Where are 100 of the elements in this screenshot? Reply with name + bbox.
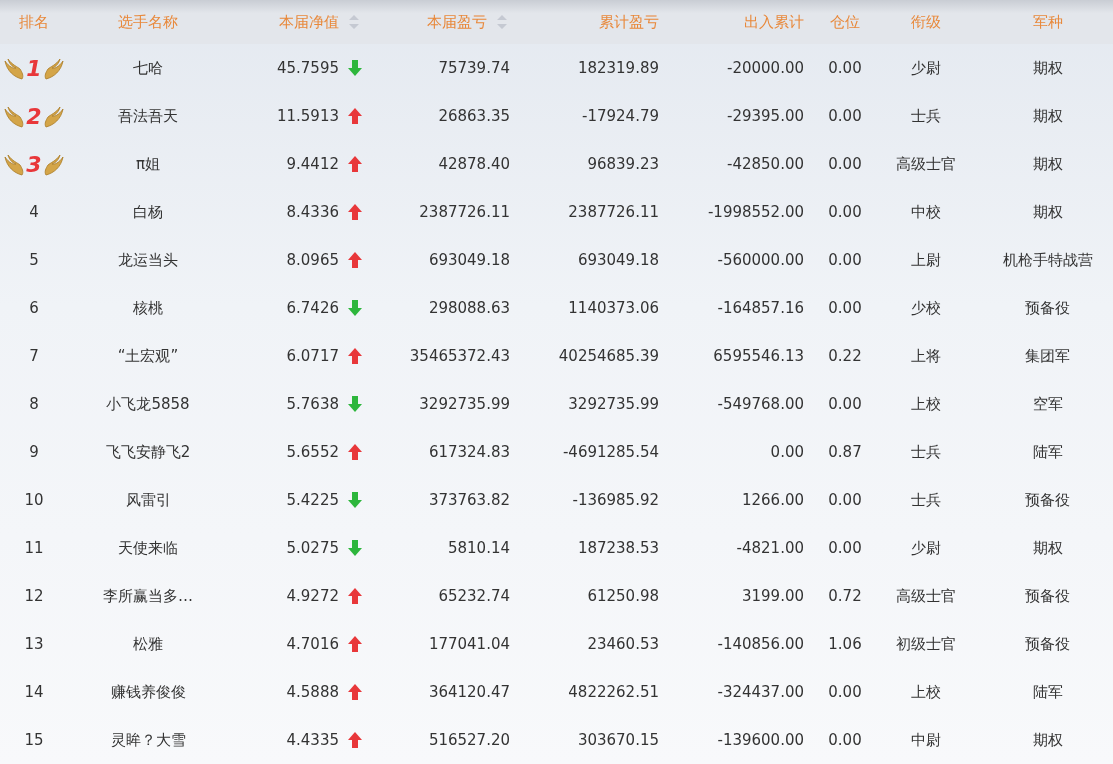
net-value: 8.0965 <box>286 251 339 269</box>
net-value: 45.7595 <box>276 59 339 77</box>
sort-icon[interactable] <box>497 15 507 29</box>
sort-icon[interactable] <box>349 15 359 29</box>
column-header: 选手名称 <box>118 12 178 32</box>
rank-number: 8 <box>29 395 39 413</box>
rank-title: 少校 <box>911 298 941 318</box>
net-value: 11.5913 <box>276 107 339 125</box>
rank-title: 士兵 <box>911 442 941 462</box>
net-value: 4.5888 <box>286 683 339 701</box>
branch-name: 集团军 <box>1025 346 1070 366</box>
player-name[interactable]: 白杨 <box>133 202 163 222</box>
rank-number: 1 <box>26 55 42 81</box>
period-profit: 35465372.43 <box>409 347 510 365</box>
rank-number: 11 <box>24 539 44 557</box>
position-ratio: 0.00 <box>828 203 862 221</box>
player-name[interactable]: 天使来临 <box>118 538 178 558</box>
position-ratio: 0.00 <box>828 299 862 317</box>
position-ratio: 0.00 <box>828 107 862 125</box>
total-profit: 693049.18 <box>577 251 659 269</box>
net-value: 5.4225 <box>286 491 339 509</box>
cash-flow: -549768.00 <box>717 395 804 413</box>
net-value: 6.7426 <box>286 299 339 317</box>
cash-flow: 6595546.13 <box>713 347 804 365</box>
player-name[interactable]: 风雷引 <box>125 490 171 510</box>
player-name[interactable]: 吾法吾天 <box>118 106 178 126</box>
cash-flow: -139600.00 <box>717 731 804 749</box>
position-ratio: 0.00 <box>828 539 862 557</box>
period-profit: 5810.14 <box>447 539 510 557</box>
rank-number: 3 <box>26 151 42 177</box>
branch-name: 期权 <box>1032 730 1063 750</box>
period-profit: 373763.82 <box>428 491 510 509</box>
cash-flow: -560000.00 <box>717 251 804 269</box>
total-profit: 96839.23 <box>587 155 659 173</box>
position-ratio: 0.00 <box>828 491 862 509</box>
net-value: 5.0275 <box>286 539 339 557</box>
total-profit: -17924.79 <box>582 107 659 125</box>
rank-number: 9 <box>29 443 39 461</box>
rank-number: 13 <box>24 635 44 653</box>
branch-name: 期权 <box>1032 106 1063 126</box>
total-profit: -136985.92 <box>572 491 659 509</box>
branch-name: 预备役 <box>1025 586 1070 606</box>
cash-flow: 3199.00 <box>741 587 804 605</box>
net-value: 5.7638 <box>286 395 339 413</box>
rank-number: 10 <box>24 491 44 509</box>
column-header: 衔级 <box>911 12 941 32</box>
branch-name: 期权 <box>1032 538 1063 558</box>
period-profit: 75739.74 <box>438 59 510 77</box>
cash-flow: 1266.00 <box>741 491 804 509</box>
period-profit: 3292735.99 <box>419 395 510 413</box>
rank-title: 初级士官 <box>896 634 956 654</box>
position-ratio: 0.00 <box>828 731 862 749</box>
player-name[interactable]: 龙运当头 <box>118 250 178 270</box>
position-ratio: 0.00 <box>828 251 862 269</box>
branch-name: 空军 <box>1032 394 1063 414</box>
column-header: 出入累计 <box>744 12 804 32</box>
total-profit: 4822262.51 <box>568 683 659 701</box>
player-name[interactable]: “土宏观” <box>117 346 179 366</box>
column-header: 军种 <box>1032 12 1063 32</box>
position-ratio: 0.87 <box>828 443 862 461</box>
rank-title: 上尉 <box>911 250 941 270</box>
net-value: 4.4335 <box>286 731 339 749</box>
rank-title: 上校 <box>911 682 941 702</box>
rank-number: 14 <box>24 683 44 701</box>
rank-number: 15 <box>24 731 44 749</box>
total-profit: 61250.98 <box>587 587 659 605</box>
period-profit: 177041.04 <box>428 635 510 653</box>
branch-name: 陆军 <box>1032 682 1063 702</box>
player-name[interactable]: 松雅 <box>133 634 163 654</box>
cash-flow: -29395.00 <box>727 107 804 125</box>
cash-flow: -4821.00 <box>736 539 804 557</box>
player-name[interactable]: 李所赢当多… <box>103 586 193 606</box>
rank-number: 4 <box>29 203 39 221</box>
player-name[interactable]: π姐 <box>136 154 160 174</box>
branch-name: 机枪手特战营 <box>1002 250 1093 270</box>
cash-flow: -42850.00 <box>727 155 804 173</box>
rank-title: 中尉 <box>911 730 941 750</box>
total-profit: 182319.89 <box>577 59 659 77</box>
player-name[interactable]: 赚钱养俊俊 <box>110 682 186 702</box>
period-profit: 2387726.11 <box>419 203 510 221</box>
player-name[interactable]: 灵眸？大雪 <box>110 730 186 750</box>
total-profit: 3292735.99 <box>568 395 659 413</box>
period-profit: 617324.83 <box>428 443 510 461</box>
position-ratio: 0.00 <box>828 155 862 173</box>
branch-name: 预备役 <box>1025 490 1070 510</box>
player-name[interactable]: 七哈 <box>133 58 163 78</box>
branch-name: 预备役 <box>1025 298 1070 318</box>
total-profit: 1140373.06 <box>568 299 659 317</box>
player-name[interactable]: 飞飞安静飞2 <box>105 442 191 462</box>
net-value: 5.6552 <box>286 443 339 461</box>
position-ratio: 0.00 <box>828 395 862 413</box>
net-value: 8.4336 <box>286 203 339 221</box>
total-profit: 187238.53 <box>577 539 659 557</box>
total-profit: 23460.53 <box>587 635 659 653</box>
cash-flow: -20000.00 <box>727 59 804 77</box>
player-name[interactable]: 核桃 <box>133 298 163 318</box>
rank-title: 士兵 <box>911 106 941 126</box>
position-ratio: 0.00 <box>828 59 862 77</box>
player-name[interactable]: 小飞龙5858 <box>106 394 190 414</box>
rank-title: 高级士官 <box>896 154 956 174</box>
